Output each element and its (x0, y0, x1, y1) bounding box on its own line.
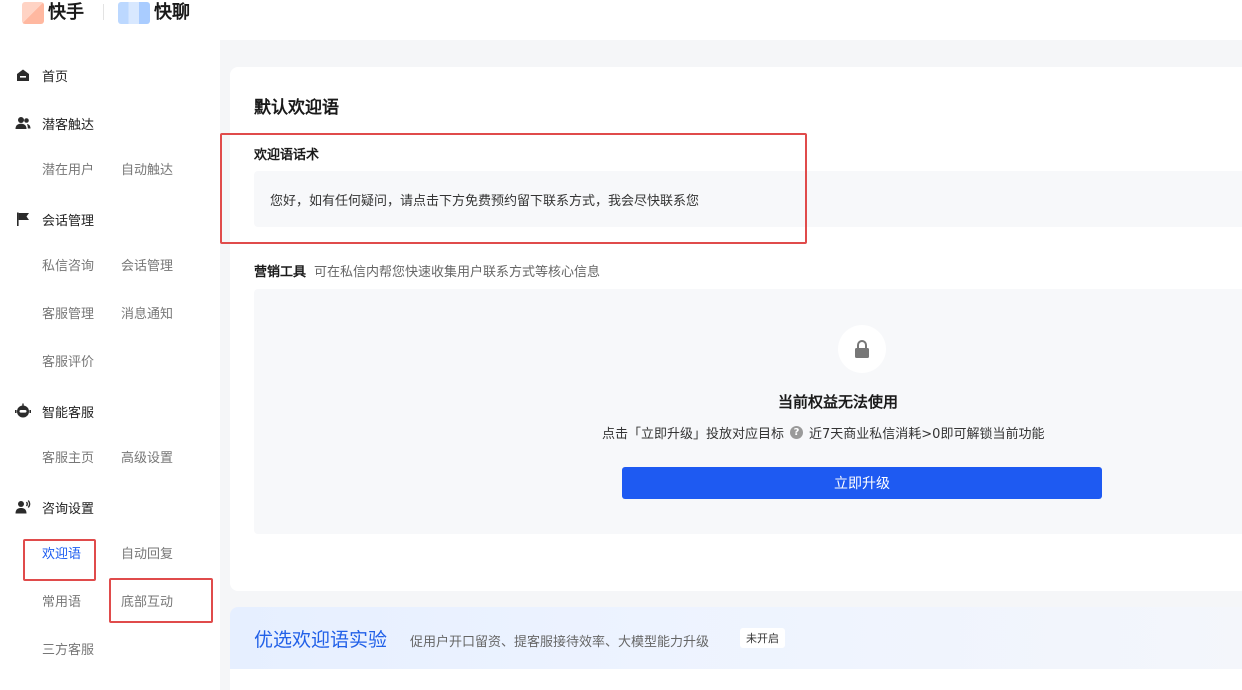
optimized-welcome-experiment-banner[interactable]: 优选欢迎语实验 促用户开口留资、提客服接待效率、大模型能力升级 未开启 (230, 607, 1242, 669)
sidebar-group-conversation[interactable]: 会话管理 (14, 207, 94, 231)
sidebar-item-welcome-message[interactable]: 欢迎语 (42, 545, 81, 565)
sidebar-item-common-phrases[interactable]: 常用语 (42, 593, 81, 613)
page-title: 默认欢迎语 (254, 98, 339, 118)
locked-description: 点击「立即升级」投放对应目标 ? 近7天商业私信消耗>0即可解锁当前功能 (602, 423, 1044, 442)
sidebar-item-cs-home[interactable]: 客服主页 (42, 449, 94, 469)
sidebar: 首页 潜客触达 潜在用户 自动触达 会话管理 私信咨询 会话管理 客服管理 消息… (0, 40, 220, 690)
help-icon[interactable]: ? (790, 426, 804, 439)
brand-kuailiao-name: 快聊 (154, 2, 190, 23)
sidebar-item-third-party-cs[interactable]: 三方客服 (42, 641, 94, 661)
welcome-settings-card: 默认欢迎语 欢迎语话术 您好，如有任何疑问，请点击下方免费预约留下联系方式，我会… (230, 67, 1242, 591)
chat-flag-icon (14, 210, 32, 228)
home-icon (14, 66, 32, 84)
sidebar-group-leads[interactable]: 潜客触达 (14, 111, 94, 135)
sidebar-group-inquiry-settings[interactable]: 咨询设置 (14, 495, 94, 519)
sidebar-item-bottom-interaction[interactable]: 底部互动 (121, 593, 173, 613)
kuaishou-logo-icon (22, 2, 44, 24)
sidebar-group-label: 首页 (42, 69, 69, 85)
robot-icon (14, 402, 32, 420)
sidebar-group-label: 智能客服 (42, 405, 95, 421)
sidebar-group-label: 会话管理 (42, 213, 95, 229)
sidebar-item-private-inquiry[interactable]: 私信咨询 (42, 257, 94, 277)
brand-divider (103, 4, 104, 20)
sidebar-group-smart-cs[interactable]: 智能客服 (14, 399, 94, 423)
banner-title: 优选欢迎语实验 (254, 629, 388, 651)
upgrade-now-button[interactable]: 立即升级 (622, 467, 1102, 499)
user-voice-icon (14, 498, 32, 516)
greeting-section-label: 欢迎语话术 (254, 148, 320, 163)
brand-kuailiao[interactable]: 快聊 (118, 0, 190, 26)
greeting-text-box[interactable]: 您好，如有任何疑问，请点击下方免费预约留下联系方式，我会尽快联系您 (254, 171, 1242, 227)
sidebar-item-notifications[interactable]: 消息通知 (121, 305, 173, 325)
sidebar-item-auto-reach[interactable]: 自动触达 (121, 161, 173, 181)
top-bar: 快手 快聊 (0, 0, 1242, 40)
kuailiao-logo-icon (118, 2, 150, 24)
marketing-tools-label: 营销工具 (254, 265, 307, 280)
banner-description: 促用户开口留资、提客服接待效率、大模型能力升级 (410, 635, 710, 650)
brand-kuaishou-name: 快手 (48, 2, 84, 23)
users-icon (14, 114, 32, 132)
lock-icon (838, 325, 886, 373)
locked-title: 当前权益无法使用 (777, 393, 898, 411)
sidebar-item-advanced-settings[interactable]: 高级设置 (121, 449, 173, 469)
sidebar-item-auto-reply[interactable]: 自动回复 (121, 545, 173, 565)
sidebar-group-label: 潜客触达 (42, 117, 95, 133)
locked-desc-prefix: 点击「立即升级」投放对应目标 (602, 427, 785, 442)
sidebar-group-label: 咨询设置 (42, 501, 95, 517)
status-badge: 未开启 (740, 628, 785, 648)
brand-kuaishou[interactable]: 快手 (22, 0, 84, 26)
sidebar-item-conversation-manage[interactable]: 会话管理 (121, 257, 173, 277)
greeting-text: 您好，如有任何疑问，请点击下方免费预约留下联系方式，我会尽快联系您 (270, 194, 700, 209)
bottom-card-edge (230, 669, 1242, 690)
sidebar-item-cs-rating[interactable]: 客服评价 (42, 353, 94, 373)
sidebar-item-potential-users[interactable]: 潜在用户 (42, 161, 94, 181)
sidebar-item-home[interactable]: 首页 (14, 63, 68, 87)
marketing-tools-desc: 可在私信内帮您快速收集用户联系方式等核心信息 (314, 265, 601, 280)
locked-desc-suffix: 近7天商业私信消耗>0即可解锁当前功能 (809, 427, 1045, 442)
sidebar-item-cs-manage[interactable]: 客服管理 (42, 305, 94, 325)
marketing-tools-header: 营销工具 可在私信内帮您快速收集用户联系方式等核心信息 (254, 261, 600, 280)
